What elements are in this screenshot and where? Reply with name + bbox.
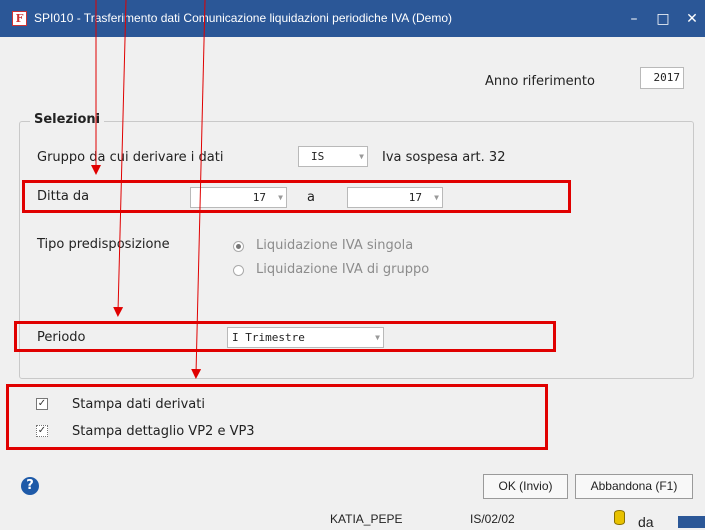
status-code: IS/02/02 [470, 512, 515, 526]
status-user: KATIA_PEPE [330, 512, 403, 526]
arrow-to-checkboxes [191, 0, 206, 379]
database-icon [614, 510, 625, 525]
ok-button[interactable]: OK (Invio) [483, 474, 568, 499]
help-icon[interactable]: ? [21, 477, 39, 495]
abbandona-button[interactable]: Abbandona (F1) [575, 474, 693, 499]
status-indicator [678, 516, 705, 528]
annotation-arrows [91, 0, 206, 379]
arrow-to-periodo [113, 0, 127, 317]
